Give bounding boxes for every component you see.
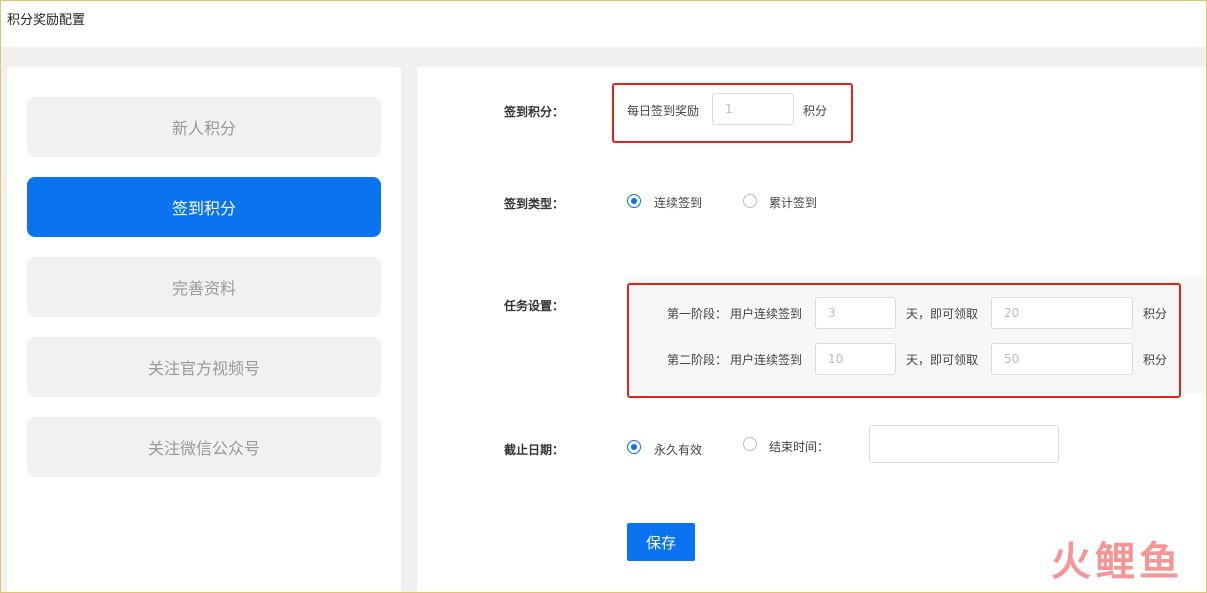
task-settings-label: 任务设置： bbox=[504, 299, 565, 313]
end-time-input[interactable] bbox=[869, 425, 1059, 463]
radio-consecutive-signin-label[interactable]: 连续签到 bbox=[654, 194, 702, 211]
stage1-points-input[interactable]: 20 bbox=[991, 297, 1133, 329]
stage1-mid-text: 天，即可领取 bbox=[906, 307, 979, 321]
stage2-mid-text: 天，即可领取 bbox=[906, 353, 979, 367]
save-button[interactable]: 保存 bbox=[627, 523, 695, 561]
daily-reward-unit: 积分 bbox=[803, 104, 828, 118]
radio-cumulative-signin[interactable] bbox=[743, 194, 757, 208]
radio-end-time-label[interactable]: 结束时间： bbox=[769, 438, 829, 455]
stage2-days-label: 用户连续签到 bbox=[730, 353, 803, 367]
stage1-unit: 积分 bbox=[1143, 307, 1168, 321]
watermark-logo: 火鲤鱼 bbox=[1051, 539, 1183, 585]
daily-reward-label: 每日签到奖励 bbox=[627, 104, 700, 118]
radio-end-time[interactable] bbox=[743, 437, 757, 451]
config-panel: 签到积分： 每日签到奖励 1 积分 签到类型： 连续签到 累计签到 任务设置： … bbox=[417, 67, 1207, 593]
title-bar: 积分奖励配置 bbox=[0, 0, 1207, 47]
daily-reward-input[interactable]: 1 bbox=[712, 93, 794, 125]
sidebar-item-follow-wechat-account[interactable]: 关注微信公众号 bbox=[27, 417, 381, 477]
sidebar-item-complete-profile[interactable]: 完善资料 bbox=[27, 257, 381, 317]
task-stages-area bbox=[628, 277, 1207, 394]
stage2-unit: 积分 bbox=[1143, 353, 1168, 367]
sidebar: 新人积分 签到积分 完善资料 关注官方视频号 关注微信公众号 bbox=[7, 67, 401, 593]
radio-permanent-label[interactable]: 永久有效 bbox=[654, 441, 702, 458]
stage2-days-input[interactable]: 10 bbox=[815, 343, 896, 375]
stage1-name: 第一阶段： bbox=[667, 307, 728, 321]
signin-type-label: 签到类型： bbox=[504, 197, 565, 211]
sidebar-item-follow-video-account[interactable]: 关注官方视频号 bbox=[27, 337, 381, 397]
deadline-label: 截止日期： bbox=[504, 443, 565, 457]
stage1-days-label: 用户连续签到 bbox=[730, 307, 803, 321]
stage2-points-input[interactable]: 50 bbox=[991, 343, 1133, 375]
stage2-name: 第二阶段： bbox=[667, 353, 728, 367]
signin-points-label: 签到积分： bbox=[504, 105, 565, 119]
sidebar-item-signin-points[interactable]: 签到积分 bbox=[27, 177, 381, 237]
radio-consecutive-signin[interactable] bbox=[627, 194, 641, 208]
radio-cumulative-signin-label[interactable]: 累计签到 bbox=[769, 194, 817, 211]
radio-permanent[interactable] bbox=[627, 440, 641, 454]
sidebar-item-new-user-points[interactable]: 新人积分 bbox=[27, 97, 381, 157]
page-title: 积分奖励配置 bbox=[7, 13, 86, 28]
stage1-days-input[interactable]: 3 bbox=[815, 297, 896, 329]
